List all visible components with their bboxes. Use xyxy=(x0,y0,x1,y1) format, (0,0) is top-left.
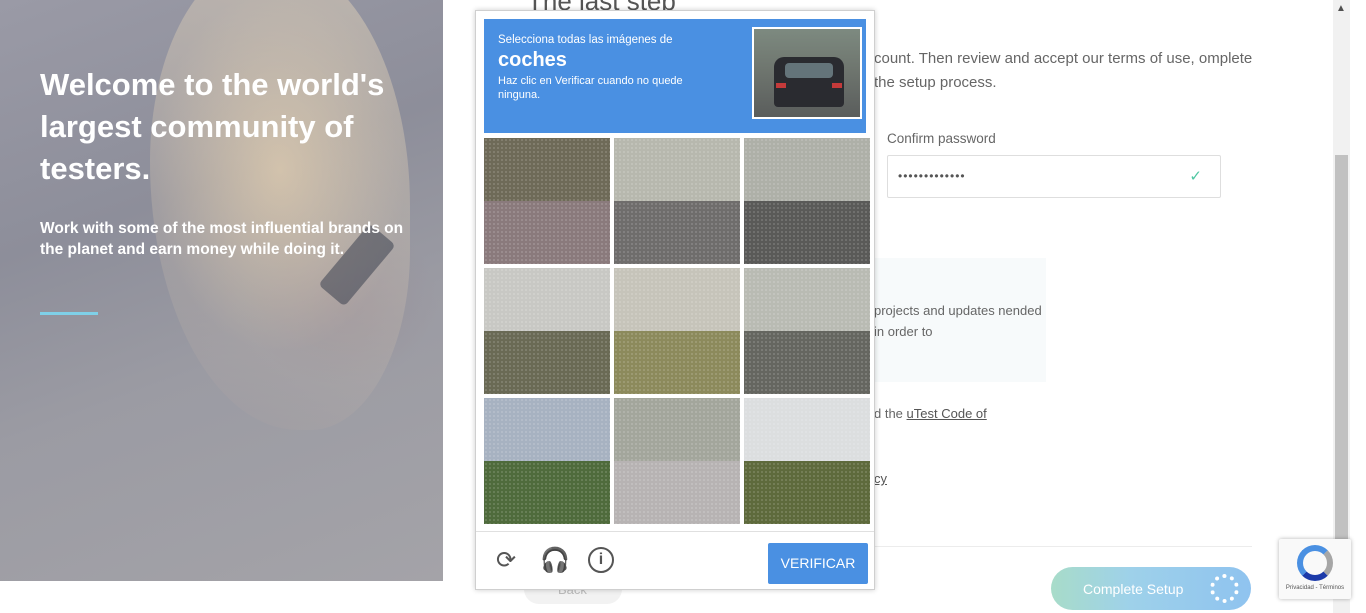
complete-setup-button[interactable]: Complete Setup xyxy=(1051,567,1251,610)
captcha-header: Selecciona todas las imágenes de coches … xyxy=(484,19,866,133)
page-scrollbar[interactable]: ▲ xyxy=(1333,0,1350,613)
hero-panel: Welcome to the world's largest community… xyxy=(0,0,443,581)
scroll-up-arrow-icon[interactable]: ▲ xyxy=(1336,3,1346,14)
captcha-footer: ⟳ 🎧 i VERIFICAR xyxy=(476,531,874,589)
tile-sky xyxy=(744,138,870,201)
recaptcha-logo-icon xyxy=(1297,545,1333,581)
tile-ground xyxy=(484,201,610,264)
captcha-tile-guardrail[interactable] xyxy=(484,138,610,264)
hero-title: Welcome to the world's largest community… xyxy=(40,67,385,186)
tile-ground xyxy=(744,461,870,524)
captcha-tile-highway-cars[interactable] xyxy=(744,138,870,264)
sample-car-taillight xyxy=(776,83,786,88)
confirm-password-field[interactable]: ••••••••••••• ✓ xyxy=(887,155,1221,198)
sample-car-window xyxy=(785,63,833,78)
tile-sky xyxy=(614,268,740,331)
loading-spinner-icon xyxy=(1210,574,1239,603)
hero-accent-bar xyxy=(40,312,98,315)
tile-ground xyxy=(614,331,740,394)
captcha-tile-car-on-road[interactable] xyxy=(614,398,740,524)
terms-text: d the uTest Code of xyxy=(874,406,987,421)
confirm-password-label: Confirm password xyxy=(887,131,996,146)
captcha-sample-image xyxy=(752,27,862,119)
recaptcha-badge[interactable]: Privacidad - Términos xyxy=(1279,539,1351,599)
tile-sky xyxy=(614,398,740,461)
captcha-tile-palms[interactable] xyxy=(614,138,740,264)
tile-ground xyxy=(484,461,610,524)
headphones-icon[interactable]: 🎧 xyxy=(540,547,570,575)
tile-ground xyxy=(744,201,870,264)
captcha-tile-bridge[interactable] xyxy=(614,268,740,394)
captcha-image-grid xyxy=(484,138,870,524)
divider xyxy=(874,546,1252,547)
code-of-conduct-link[interactable]: uTest Code of xyxy=(907,406,987,421)
tile-ground xyxy=(614,201,740,264)
recaptcha-privacy-terms[interactable]: Privacidad - Términos xyxy=(1279,585,1351,591)
form-intro: count. Then review and accept our terms … xyxy=(874,50,1253,91)
captcha-tile-traffic-light-car[interactable] xyxy=(744,268,870,394)
check-icon: ✓ xyxy=(1189,168,1202,185)
tile-sky xyxy=(744,268,870,331)
sample-car-taillight xyxy=(832,83,842,88)
info-text: projects and updates nended in order to xyxy=(874,303,1042,339)
captcha-tile-empty-road[interactable] xyxy=(744,398,870,524)
tile-sky xyxy=(744,398,870,461)
verify-button[interactable]: VERIFICAR xyxy=(768,543,868,584)
scroll-thumb[interactable] xyxy=(1335,155,1348,545)
tile-sky xyxy=(484,398,610,461)
tile-sky xyxy=(484,138,610,201)
info-box: projects and updates nended in order to xyxy=(874,258,1046,382)
info-icon[interactable]: i xyxy=(588,547,616,575)
captcha-tile-overpass-fence[interactable] xyxy=(484,398,610,524)
captcha-keyword: coches xyxy=(498,49,567,71)
tile-ground xyxy=(614,461,740,524)
captcha-hint: Haz clic en Verificar cuando no quede ni… xyxy=(498,75,683,101)
captcha-instruction: Selecciona todas las imágenes de xyxy=(498,34,673,46)
reload-icon[interactable]: ⟳ xyxy=(492,547,520,575)
complete-setup-label: Complete Setup xyxy=(1083,581,1184,597)
hero-subtitle: Work with some of the most influential b… xyxy=(40,220,404,258)
tile-ground xyxy=(484,331,610,394)
captcha-challenge: Selecciona todas las imágenes de coches … xyxy=(475,10,875,590)
confirm-password-value: ••••••••••••• xyxy=(898,169,966,183)
captcha-tile-street-lights[interactable] xyxy=(484,268,610,394)
tile-sky xyxy=(614,138,740,201)
privacy-link[interactable]: cy xyxy=(874,471,887,486)
tile-sky xyxy=(484,268,610,331)
terms-prefix: d the xyxy=(874,406,907,421)
tile-ground xyxy=(744,331,870,394)
